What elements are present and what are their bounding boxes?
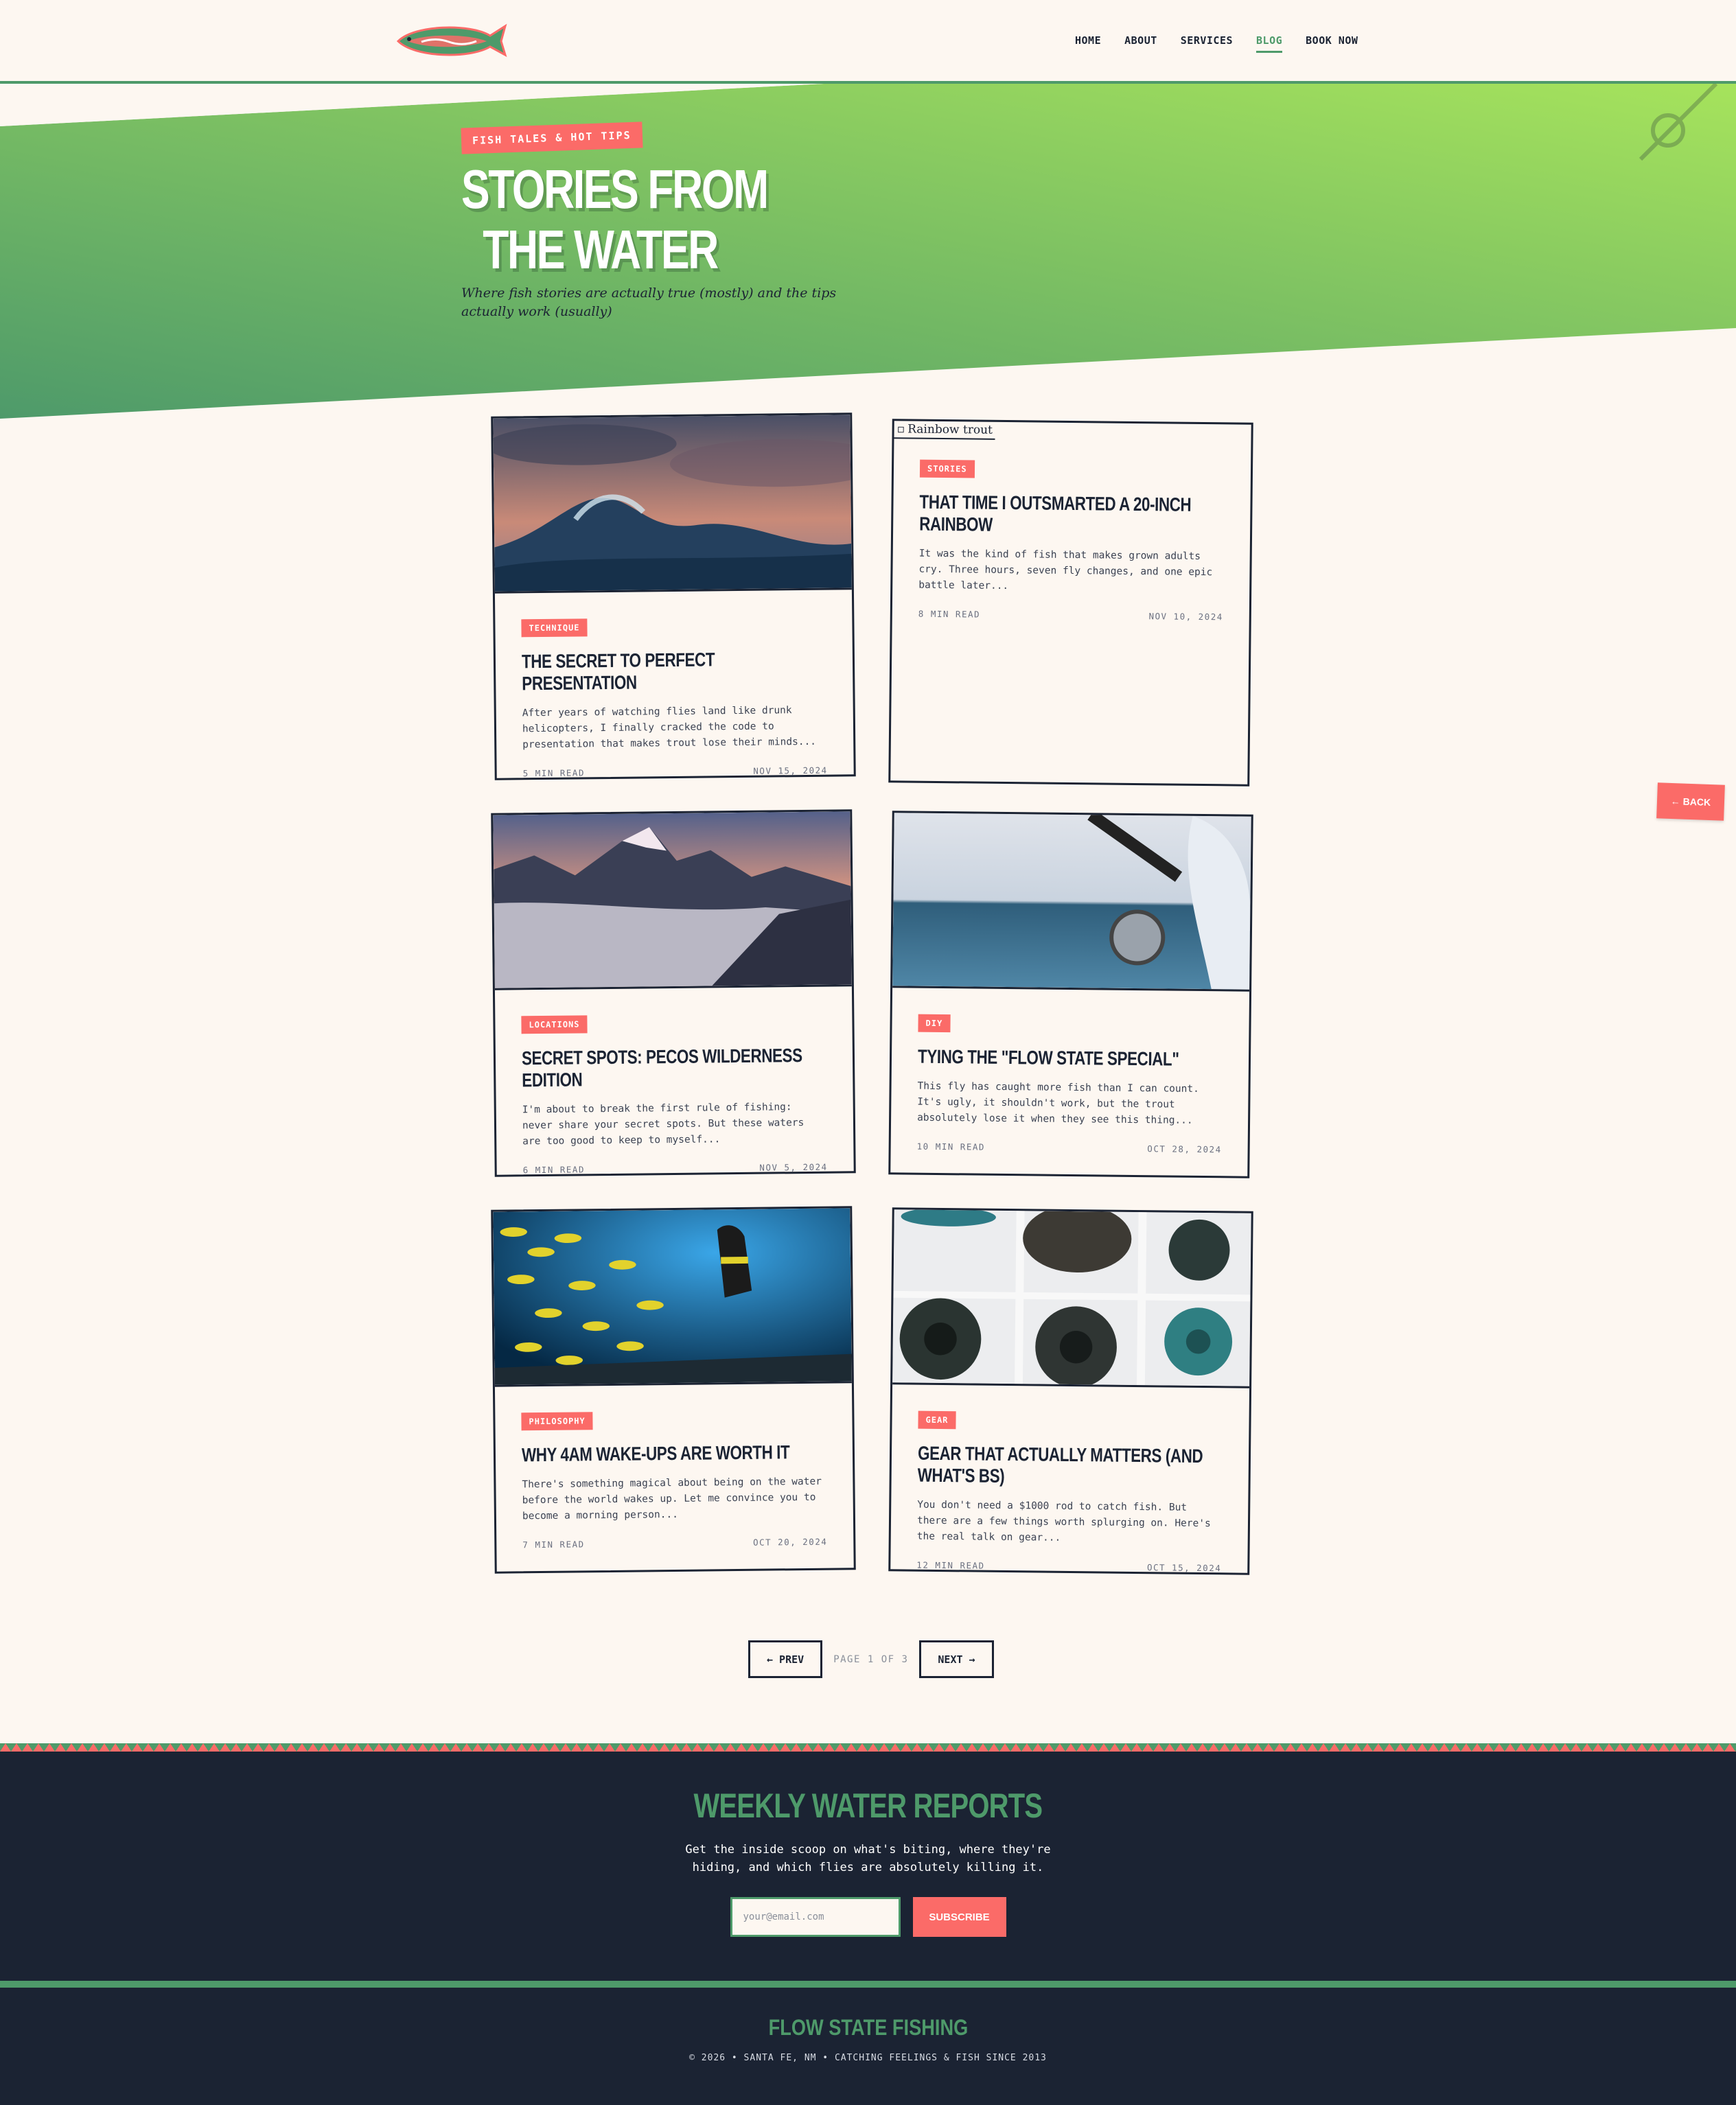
post-tag[interactable]: STORIES [919,459,975,478]
back-button[interactable]: ← BACK [1656,782,1725,821]
nav-home[interactable]: HOME [1075,34,1101,53]
nav-book-now[interactable]: BOOK NOW [1306,34,1358,53]
post-date: NOV 5, 2024 [759,1161,828,1173]
post-date: NOV 10, 2024 [1148,611,1223,623]
post-tag[interactable]: LOCATIONS [521,1015,588,1034]
post-meta: 7 MIN READ OCT 20, 2024 [522,1537,827,1550]
post-excerpt: There's something magical about being on… [522,1476,822,1522]
page-title-line1: STORIES FROM [461,159,769,220]
post-tag[interactable]: GEAR [918,1410,956,1430]
post-date: OCT 20, 2024 [752,1536,828,1548]
nav-about[interactable]: ABOUT [1124,34,1157,53]
site-header: HOME ABOUT SERVICES BLOG BOOK NOW [0,0,1736,84]
nav-blog[interactable]: BLOG [1256,34,1283,53]
post-excerpt: After years of watching flies land like … [522,705,817,751]
post-title[interactable]: That Time I Outsmarted a 20-Inch Rainbow [919,491,1225,539]
post-excerpt: This fly has caught more fish than I can… [917,1080,1199,1126]
post-meta: 8 MIN READ NOV 10, 2024 [918,609,1223,623]
next-page-button[interactable]: NEXT → [919,1640,994,1678]
post-excerpt: You don't need a $1000 rod to catch fish… [916,1499,1211,1544]
post-read-time: 5 MIN READ [522,767,586,779]
post-read-time: 8 MIN READ [918,608,981,620]
post-card[interactable]: TECHNIQUE The Secret to Perfect Presenta… [491,412,856,780]
post-card[interactable]: ▫ Rainbow trout STORIES That Time I Outs… [888,419,1253,787]
post-image-reel [892,813,1251,992]
post-read-time: 6 MIN READ [522,1164,586,1176]
main-nav: HOME ABOUT SERVICES BLOG BOOK NOW [1075,34,1358,53]
post-excerpt: It was the kind of fish that makes grown… [918,548,1213,592]
post-date: OCT 28, 2024 [1147,1143,1222,1155]
post-card[interactable]: PHILOSOPHY Why 4AM Wake-Ups Are Worth It… [491,1206,856,1574]
prev-page-button[interactable]: ← PREV [748,1640,823,1678]
pagination: ← PREV PAGE 1 OF 3 NEXT → [748,1640,994,1678]
newsletter-section: WEEKLY WATER REPORTS Get the inside scoo… [0,1752,1736,1981]
page-title-line2: THE WATER [483,219,719,280]
post-date: NOV 15, 2024 [753,765,828,776]
site-footer: FLOW STATE FISHING © 2026 • SANTA FE, NM… [0,1988,1736,2105]
post-image-mats [892,1209,1251,1388]
logo-trout[interactable] [394,21,508,60]
post-read-time: 12 MIN READ [916,1559,985,1571]
post-image-wave [493,415,852,594]
post-title[interactable]: Secret Spots: Pecos Wilderness Edition [522,1045,827,1092]
post-card[interactable]: GEAR Gear That Actually Matters (And Wha… [888,1207,1253,1575]
post-title[interactable]: Why 4AM Wake-Ups Are Worth It [522,1441,826,1467]
post-excerpt: I'm about to break the first rule of fis… [522,1102,805,1148]
decorative-stripe [0,1743,1736,1752]
subscribe-button[interactable]: SUBSCRIBE [912,1897,1006,1937]
page-indicator: PAGE 1 OF 3 [833,1653,909,1665]
post-image-mountains [493,811,852,990]
post-title[interactable]: Gear That Actually Matters (And What's B… [918,1443,1223,1490]
newsletter-title: WEEKLY WATER REPORTS [693,1787,1043,1825]
newsletter-form: SUBSCRIBE [0,1897,1736,1937]
footer-brand: FLOW STATE FISHING [768,2015,968,2040]
post-card[interactable]: DIY Tying the "Flow State Special" This … [888,811,1253,1178]
email-input[interactable] [730,1897,901,1937]
post-meta: 6 MIN READ NOV 5, 2024 [523,1162,828,1176]
nav-services[interactable]: SERVICES [1181,34,1233,53]
post-meta: 12 MIN READ OCT 15, 2024 [916,1560,1221,1574]
footer-divider [0,1981,1736,1988]
post-title[interactable]: Tying the "Flow State Special" [918,1046,1223,1071]
page-title: STORIES FROM THE WATER [461,159,836,280]
post-tag[interactable]: PHILOSOPHY [521,1412,593,1431]
post-title[interactable]: The Secret to Perfect Presentation [522,648,827,695]
hero: FISH TALES & HOT TIPS STORIES FROM THE W… [461,121,942,321]
footer-copyright: © 2026 • SANTA FE, NM • CATCHING FEELING… [689,2053,1047,2063]
post-tag[interactable]: TECHNIQUE [521,618,588,638]
post-read-time: 7 MIN READ [522,1539,585,1550]
post-meta: 5 MIN READ NOV 15, 2024 [523,765,828,779]
newsletter-description: Get the inside scoop on what's biting, w… [685,1843,1051,1874]
post-card[interactable]: LOCATIONS Secret Spots: Pecos Wilderness… [491,809,856,1177]
hero-badge: FISH TALES & HOT TIPS [461,121,643,154]
post-date: OCT 15, 2024 [1146,1562,1222,1574]
post-meta: 10 MIN READ OCT 28, 2024 [917,1141,1222,1155]
hero-subtitle: Where fish stories are actually true (mo… [461,286,837,319]
post-tag[interactable]: DIY [918,1014,951,1033]
post-image-diver [493,1208,852,1387]
post-read-time: 10 MIN READ [916,1141,986,1152]
